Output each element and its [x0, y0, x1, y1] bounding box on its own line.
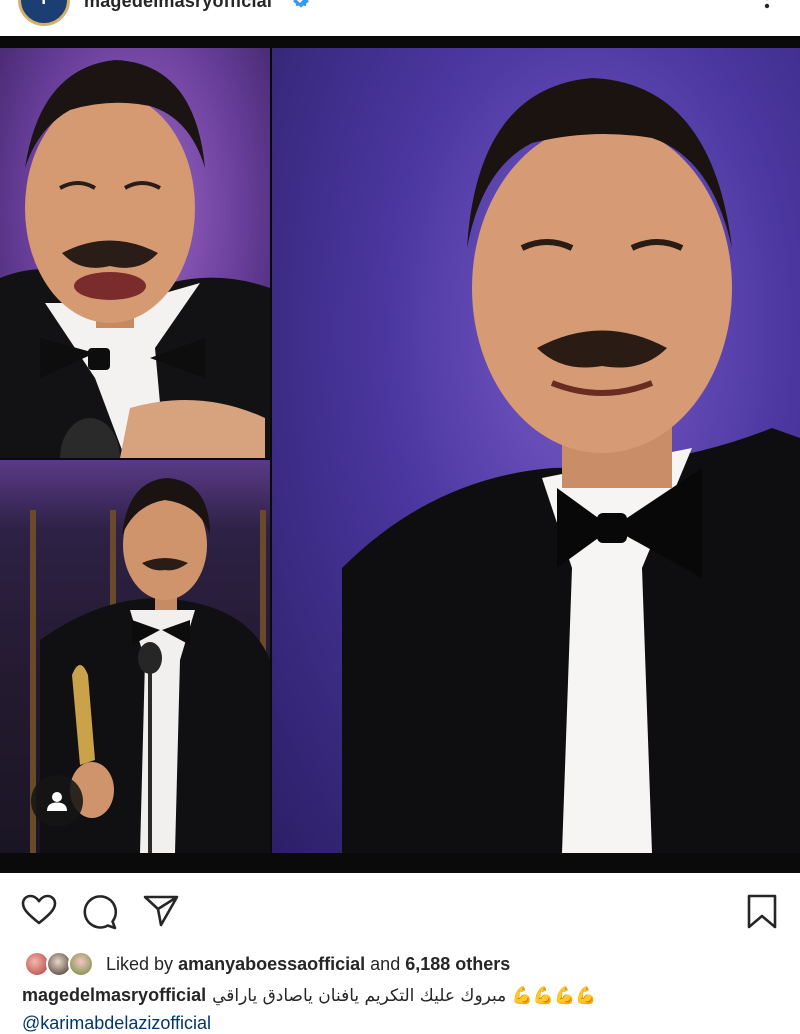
- caption-text: مبروك عليك التكريم يافنان ياصادق ياراقي …: [212, 985, 597, 1006]
- caption-mention[interactable]: @karimabdelazizofficial: [22, 1013, 211, 1034]
- more-icon[interactable]: [762, 0, 772, 18]
- profile-avatar[interactable]: f: [18, 0, 70, 26]
- likes-row[interactable]: Liked by amanyaboessaofficial and 6,188 …: [24, 949, 510, 979]
- verified-badge-icon: [293, 0, 309, 8]
- post-author-username[interactable]: magedelmasryofficial: [84, 0, 272, 12]
- tagged-user-icon: [47, 792, 67, 811]
- comment-icon[interactable]: [82, 894, 118, 930]
- caption: magedelmasryofficial مبروك عليك التكريم …: [22, 985, 596, 1006]
- post-header: f magedelmasryofficial: [0, 0, 800, 36]
- caption-username[interactable]: magedelmasryofficial: [22, 985, 206, 1006]
- photo-panel-top-left: [0, 48, 270, 458]
- likes-count[interactable]: 6,188 others: [405, 954, 510, 974]
- likes-prefix: Liked by: [106, 953, 174, 974]
- liker-username[interactable]: amanyaboessaofficial: [178, 954, 365, 974]
- tagged-user-button[interactable]: [31, 775, 83, 827]
- smile-portrait-illustration: [342, 78, 800, 853]
- avatar: [68, 951, 94, 977]
- bookmark-icon[interactable]: [746, 894, 778, 930]
- heart-icon[interactable]: [21, 894, 57, 926]
- likes-text: Liked by amanyaboessaofficial and 6,188 …: [106, 954, 510, 975]
- photo-panel-right: [272, 48, 800, 853]
- share-icon[interactable]: [143, 894, 179, 928]
- avatar-initial: f: [40, 0, 48, 8]
- likes-conjunction: and: [370, 953, 401, 974]
- portrait-illustration: [0, 60, 270, 458]
- liker-avatars: [24, 950, 98, 978]
- post-actions: [0, 886, 800, 938]
- post-image[interactable]: [0, 36, 800, 873]
